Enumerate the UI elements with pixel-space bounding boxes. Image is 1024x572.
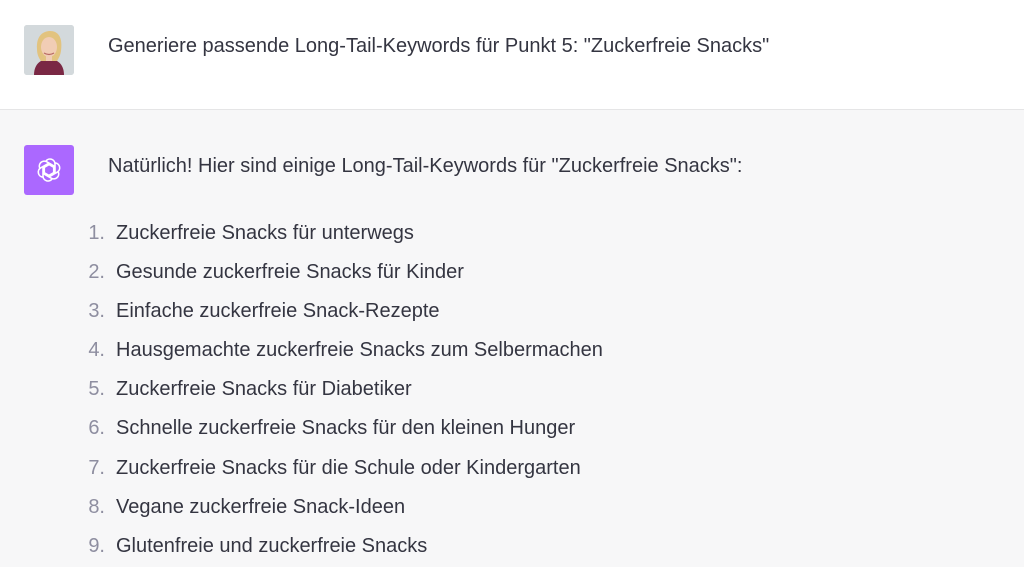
user-message-row: Generiere passende Long-Tail-Keywords fü… [0, 0, 1024, 110]
list-item-text: Schnelle zuckerfreie Snacks für den klei… [116, 417, 576, 440]
list-item-number: 9. [88, 534, 105, 557]
list-item-number: 7. [88, 456, 105, 479]
list-item-number: 2. [88, 261, 105, 284]
list-item-text: Zuckerfreie Snacks für die Schule oder K… [116, 456, 581, 479]
list-item-text: Einfache zuckerfreie Snack-Rezepte [116, 300, 440, 323]
user-prompt-text: Generiere passende Long-Tail-Keywords fü… [108, 35, 770, 57]
list-item-number: 8. [88, 495, 105, 518]
user-avatar [24, 25, 74, 75]
assistant-message-row: Natürlich! Hier sind einige Long-Tail-Ke… [0, 110, 1024, 567]
list-item-number: 6. [88, 417, 105, 440]
list-item-text: Zuckerfreie Snacks für Diabetiker [116, 378, 412, 401]
list-item-text: Gesunde zuckerfreie Snacks für Kinder [116, 261, 464, 284]
list-item-text: Zuckerfreie Snacks für unterwegs [116, 222, 414, 244]
list-item-number: 4. [88, 339, 105, 362]
list-item-number: 3. [88, 300, 105, 323]
list-item-number: 5. [88, 378, 105, 401]
openai-logo-icon [24, 145, 74, 195]
list-item-text: Hausgemachte zuckerfreie Snacks zum Selb… [116, 339, 603, 362]
list-item-text: Glutenfreie und zuckerfreie Snacks [116, 534, 428, 557]
list-item-number: 1. [88, 222, 105, 244]
list-item-text: Vegane zuckerfreie Snack-Ideen [116, 495, 406, 518]
assistant-intro-text: Natürlich! Hier sind einige Long-Tail-Ke… [108, 155, 743, 177]
